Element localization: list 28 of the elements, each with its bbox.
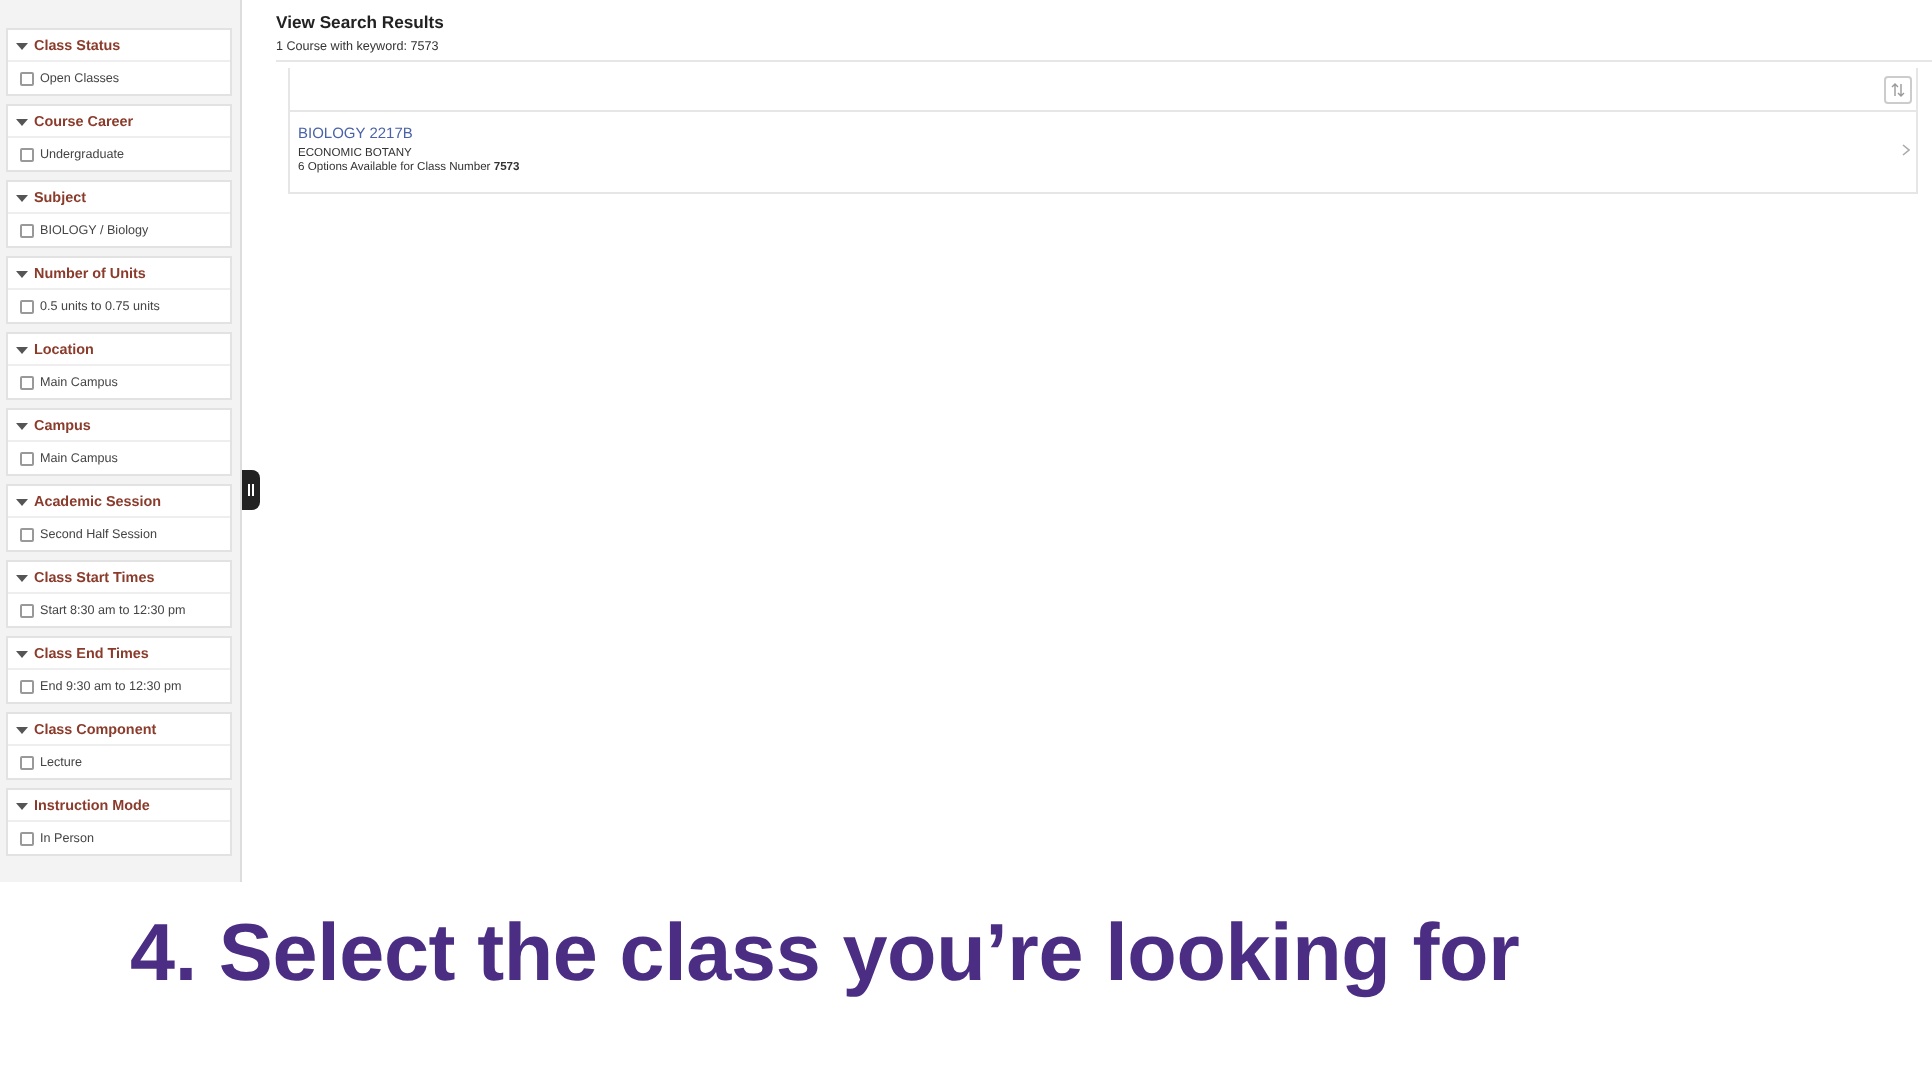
page-title: View Search Results	[276, 12, 446, 32]
caret-icon	[16, 115, 28, 127]
caret-icon	[16, 191, 28, 203]
checkbox[interactable]	[20, 603, 34, 617]
checkbox[interactable]	[20, 299, 34, 313]
caret-icon	[16, 799, 28, 811]
caret-icon	[16, 267, 28, 279]
sort-button[interactable]	[1884, 75, 1912, 103]
chevron-icon[interactable]	[1902, 144, 1910, 156]
checkbox[interactable]	[20, 375, 34, 389]
checkbox[interactable]	[20, 147, 34, 161]
caption: 4. Select the class you’re looking for	[130, 906, 1520, 998]
checkbox[interactable]	[20, 831, 34, 845]
checkbox[interactable]	[20, 223, 34, 237]
checkbox[interactable]	[20, 527, 34, 541]
caret-icon	[16, 419, 28, 431]
splitter-handle[interactable]	[242, 470, 260, 510]
sort-icon	[1890, 81, 1906, 97]
caret-icon	[16, 723, 28, 735]
caret-icon	[16, 343, 28, 355]
checkbox[interactable]	[20, 71, 34, 85]
caret-icon	[16, 39, 28, 51]
checkbox[interactable]	[20, 755, 34, 769]
checkbox[interactable]	[20, 679, 34, 693]
caret-icon	[16, 571, 28, 583]
caret-icon	[16, 495, 28, 507]
checkbox[interactable]	[20, 451, 34, 465]
caret-icon	[16, 647, 28, 659]
